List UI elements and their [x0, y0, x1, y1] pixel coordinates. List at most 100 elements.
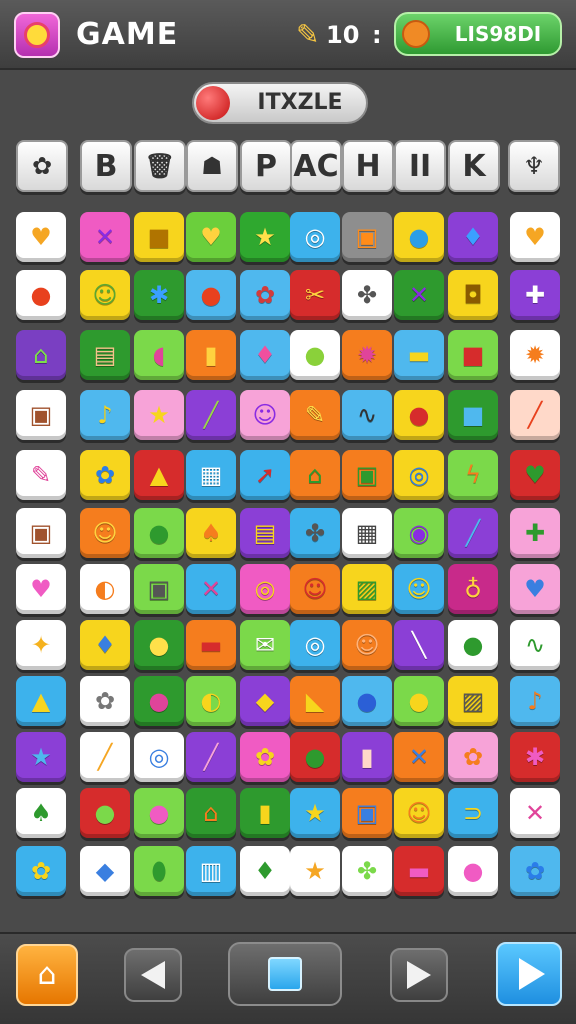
grid-tile[interactable]: ✹	[510, 330, 560, 380]
grid-tile[interactable]: ✿	[510, 846, 560, 896]
grid-tile[interactable]: ▤	[240, 508, 290, 558]
grid-tile[interactable]: ▬	[394, 846, 444, 896]
grid-tile[interactable]: ◐	[80, 564, 130, 614]
letter-tile[interactable]: P	[240, 140, 292, 192]
grid-tile[interactable]: ★	[134, 390, 184, 440]
previous-button[interactable]	[124, 948, 182, 1002]
grid-tile[interactable]: ✚	[510, 270, 560, 320]
app-logo-icon[interactable]	[14, 12, 60, 58]
letter-tile[interactable]: ♆	[508, 140, 560, 192]
grid-tile[interactable]: ◆	[240, 676, 290, 726]
letter-tile[interactable]: H	[342, 140, 394, 192]
grid-tile[interactable]: ╱	[510, 390, 560, 440]
grid-tile[interactable]: ☺	[80, 270, 130, 320]
grid-tile[interactable]: ♥	[510, 564, 560, 614]
grid-tile[interactable]: ✕	[394, 732, 444, 782]
grid-tile[interactable]: ●	[80, 788, 130, 838]
grid-tile[interactable]: ♁	[448, 564, 498, 614]
grid-tile[interactable]: ♥	[510, 450, 560, 500]
grid-tile[interactable]: ♥	[16, 212, 66, 262]
grid-tile[interactable]: ◆	[80, 846, 130, 896]
grid-tile[interactable]: ∿	[342, 390, 392, 440]
grid-tile[interactable]: ★	[16, 732, 66, 782]
grid-tile[interactable]: ✱	[134, 270, 184, 320]
grid-tile[interactable]: ◎	[240, 564, 290, 614]
grid-tile[interactable]: ♪	[510, 676, 560, 726]
grid-tile[interactable]: ●	[16, 270, 66, 320]
grid-tile[interactable]: ✎	[16, 450, 66, 500]
grid-tile[interactable]: ∿	[510, 620, 560, 670]
next-button[interactable]	[390, 948, 448, 1002]
grid-tile[interactable]: ⊃	[448, 788, 498, 838]
grid-tile[interactable]: ★	[290, 788, 340, 838]
grid-tile[interactable]: ✤	[342, 270, 392, 320]
grid-tile[interactable]: ♠	[16, 788, 66, 838]
grid-tile[interactable]: ✤	[290, 508, 340, 558]
grid-tile[interactable]: ★	[240, 212, 290, 262]
grid-tile[interactable]: ●	[394, 390, 444, 440]
grid-tile[interactable]: ☺	[394, 788, 444, 838]
grid-tile[interactable]: ✚	[510, 508, 560, 558]
grid-tile[interactable]: ╲	[394, 620, 444, 670]
grid-tile[interactable]: ▣	[342, 450, 392, 500]
grid-tile[interactable]: ●	[186, 270, 236, 320]
grid-tile[interactable]: ♥	[510, 212, 560, 262]
grid-tile[interactable]: ♪	[80, 390, 130, 440]
grid-tile[interactable]: ▮	[186, 330, 236, 380]
grid-tile[interactable]: ⌂	[16, 330, 66, 380]
grid-tile[interactable]: ⌂	[186, 788, 236, 838]
grid-tile[interactable]: ╱	[186, 732, 236, 782]
grid-tile[interactable]: ▣	[342, 788, 392, 838]
grid-tile[interactable]: ●	[134, 508, 184, 558]
grid-tile[interactable]: ✕	[186, 564, 236, 614]
grid-tile[interactable]: ✂	[290, 270, 340, 320]
grid-tile[interactable]: ♦	[448, 212, 498, 262]
grid-tile[interactable]: ☺	[80, 508, 130, 558]
grid-tile[interactable]: ◘	[448, 270, 498, 320]
grid-tile[interactable]: ♥	[186, 212, 236, 262]
grid-tile[interactable]: ▬	[394, 330, 444, 380]
grid-tile[interactable]: ●	[448, 620, 498, 670]
grid-tile[interactable]: ϟ	[448, 450, 498, 500]
grid-tile[interactable]: ■	[448, 330, 498, 380]
grid-tile[interactable]: ♦	[240, 846, 290, 896]
grid-tile[interactable]: ●	[394, 212, 444, 262]
grid-tile[interactable]: ■	[448, 390, 498, 440]
letter-tile[interactable]: AC	[290, 140, 342, 192]
grid-tile[interactable]: ✎	[290, 390, 340, 440]
grid-tile[interactable]: ➚	[240, 450, 290, 500]
grid-tile[interactable]: ✿	[80, 676, 130, 726]
grid-tile[interactable]: ◐	[186, 676, 236, 726]
grid-tile[interactable]: ╱	[186, 390, 236, 440]
letter-tile[interactable]: B	[80, 140, 132, 192]
grid-tile[interactable]: ◎	[394, 450, 444, 500]
grid-tile[interactable]: ♦	[80, 620, 130, 670]
grid-tile[interactable]: ●	[448, 846, 498, 896]
home-button[interactable]: ⌂	[16, 944, 78, 1006]
grid-tile[interactable]: ▣	[16, 390, 66, 440]
grid-tile[interactable]: ◎	[134, 732, 184, 782]
grid-tile[interactable]: ╱	[80, 732, 130, 782]
grid-tile[interactable]: ╱	[448, 508, 498, 558]
grid-tile[interactable]: ♦	[240, 330, 290, 380]
stop-button[interactable]	[228, 942, 342, 1006]
grid-tile[interactable]: ◎	[290, 620, 340, 670]
grid-tile[interactable]: ◎	[290, 212, 340, 262]
grid-tile[interactable]: ●	[394, 676, 444, 726]
grid-tile[interactable]: ●	[342, 676, 392, 726]
grid-tile[interactable]: ☺	[342, 620, 392, 670]
grid-tile[interactable]: ▬	[186, 620, 236, 670]
grid-tile[interactable]: ▮	[240, 788, 290, 838]
grid-tile[interactable]: ☺	[290, 564, 340, 614]
grid-tile[interactable]: ◉	[394, 508, 444, 558]
grid-tile[interactable]: ▣	[342, 212, 392, 262]
grid-tile[interactable]: ✿	[240, 732, 290, 782]
grid-tile[interactable]: ♠	[186, 508, 236, 558]
grid-tile[interactable]: ▦	[342, 508, 392, 558]
grid-tile[interactable]: ▣	[134, 564, 184, 614]
grid-tile[interactable]: ▨	[448, 676, 498, 726]
grid-tile[interactable]: ✕	[80, 212, 130, 262]
grid-tile[interactable]: ✿	[240, 270, 290, 320]
grid-tile[interactable]: ✤	[342, 846, 392, 896]
grid-tile[interactable]: ■	[134, 212, 184, 262]
